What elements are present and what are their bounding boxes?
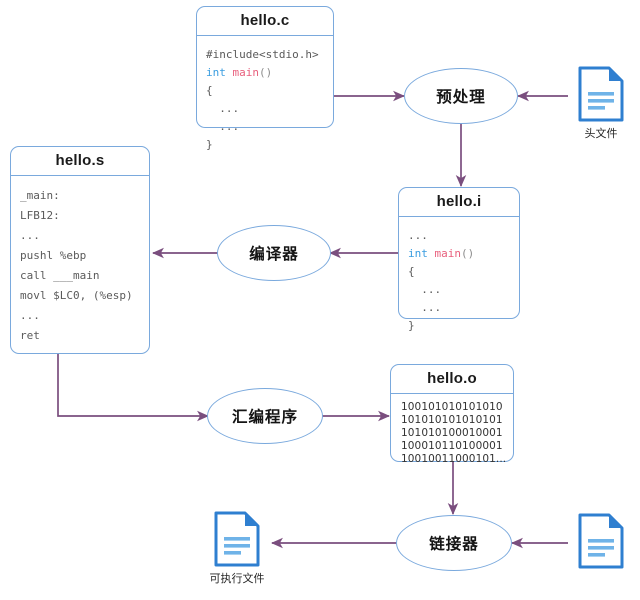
file-binary-hello-o: 100101010101010 101010101010101 10101010… [391,394,513,472]
code-line: { [408,265,415,278]
file-code-hello-c: #include<stdio.h> int main() { ... ... } [197,36,333,162]
identifier-main: main [232,66,260,79]
process-node-preprocess: 预处理 [404,68,518,124]
code-line: } [408,319,415,332]
code-line: } [206,138,213,151]
document-icon [214,511,260,567]
document-label-header-file: 头文件 [584,127,618,140]
code-line: int main() [206,64,324,82]
binary-line: 100010110100001 [401,440,503,452]
identifier-main: main [434,247,462,260]
code-line: pushl %ebp [20,249,87,262]
code-line: _main: [20,189,60,202]
document-executable-file: 可执行文件 [206,511,268,586]
file-title-hello-o: hello.o [391,365,513,394]
keyword-int: int [206,66,226,79]
document-label-executable-file: 可执行文件 [209,572,265,585]
keyword-int: int [408,247,428,260]
file-code-hello-i: ... int main() { ... ... } [399,217,519,343]
file-box-hello-s: hello.s _main: LFB12: ... pushl %ebp cal… [10,146,150,354]
binary-line: 100101010101010 [401,401,503,413]
code-line: ... [408,229,428,242]
code-line: int main() [408,245,510,263]
code-line: movl $LC0, (%esp) [20,289,133,302]
file-box-hello-c: hello.c #include<stdio.h> int main() { .… [196,6,334,151]
code-line: ... [20,309,40,322]
file-box-hello-o: hello.o 100101010101010 101010101010101 … [390,364,514,465]
code-line: ... [20,229,40,242]
code-line: call ___main [20,269,100,282]
code-line: ret [20,329,40,342]
process-node-linker: 链接器 [396,515,512,571]
code-line: ... [206,120,240,133]
parens: () [259,66,273,79]
arrow-hellos-to-assembler [57,353,209,422]
file-code-hello-s: _main: LFB12: ... pushl %ebp call ___mai… [11,176,149,354]
process-node-assembler: 汇编程序 [207,388,323,444]
code-line: ... [408,283,442,296]
parens: () [461,247,475,260]
file-title-hello-s: hello.s [11,147,149,176]
process-node-compiler: 编译器 [217,225,331,281]
document-library-file [572,513,630,572]
diagram-canvas: hello.c #include<stdio.h> int main() { .… [0,0,640,600]
code-line: ... [206,102,240,115]
file-title-hello-i: hello.i [399,188,519,217]
code-line: ... [408,301,442,314]
code-line: { [206,84,213,97]
file-title-hello-c: hello.c [197,7,333,36]
document-icon [578,66,624,122]
binary-line: 101010100010001 [401,427,503,439]
binary-line: 10010011000101... [401,453,507,465]
binary-line: 101010101010101 [401,414,503,426]
code-line: LFB12: [20,209,60,222]
code-line: #include<stdio.h> [206,48,319,61]
document-icon [578,513,624,569]
file-box-hello-i: hello.i ... int main() { ... ... } [398,187,520,332]
document-header-file: 头文件 [572,66,630,141]
